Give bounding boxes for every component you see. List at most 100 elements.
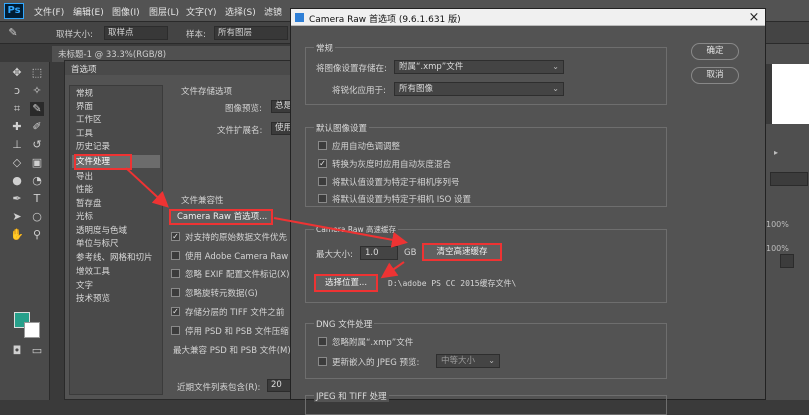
document-canvas[interactable] [766,64,809,124]
file-ext-label: 文件扩展名: [217,126,263,136]
path-select-icon[interactable]: ➤ [10,210,24,224]
close-icon[interactable]: × [743,9,765,26]
sample-size-select[interactable]: 取样点 [104,26,168,40]
general-group-title: 常规 [314,42,336,54]
max-size-label: 最大大小: [316,250,353,260]
nav-item-guides[interactable]: 参考线、网格和切片 [76,252,153,264]
nav-item-scratch-disks[interactable]: 暂存盘 [76,198,102,210]
nav-item-performance[interactable]: 性能 [76,184,93,196]
history-brush-icon[interactable]: ↺ [30,138,44,152]
brush-tool-icon[interactable]: ✐ [30,120,44,134]
max-compat-label: 最大兼容 PSD 和 PSB 文件(M): [173,346,294,356]
select-location-button[interactable]: 选择位置... [314,274,378,292]
camera-raw-titlebar: Camera Raw 首选项 (9.6.1.631 版) × [291,9,765,26]
checkbox-ignore-exif[interactable] [171,269,180,278]
zoom-tool-icon[interactable]: ⚲ [30,228,44,242]
save-settings-value: 附属“.xmp”文件 [399,62,464,72]
healing-tool-icon[interactable]: ✚ [10,120,24,134]
menu-select[interactable]: 选择(S) [225,5,256,18]
quick-select-icon[interactable]: ✧ [30,84,44,98]
checkbox-layered-tiff[interactable]: ✓ [171,307,180,316]
cache-path: D:\adobe PS CC 2015缓存文件\ [388,279,517,288]
menu-filter[interactable]: 滤镜 [264,5,282,18]
camera-raw-app-icon [295,13,304,22]
crop-tool-icon[interactable]: ⌗ [10,102,24,116]
eyedropper-icon[interactable]: ✎ [6,26,20,40]
menu-image[interactable]: 图像(I) [112,5,140,18]
dodge-tool-icon[interactable]: ◔ [30,174,44,188]
save-settings-select[interactable]: 附属“.xmp”文件 ⌄ [394,60,564,74]
sample-select[interactable]: 所有图层 [214,26,288,40]
hand-tool-icon[interactable]: ✋ [10,228,24,242]
checkbox-update-jpeg[interactable] [318,357,327,366]
checkbox-use-acr[interactable] [171,251,180,260]
checkbox-prefer-raw[interactable]: ✓ [171,232,180,241]
quick-mask-icon[interactable]: ◘ [10,344,24,358]
panel-arrow-icon[interactable]: ▸ [774,148,778,157]
nav-item-workspace[interactable]: 工作区 [76,114,102,126]
checkbox-ignore-rotation[interactable] [171,288,180,297]
move-tool-icon[interactable]: ✥ [10,66,24,80]
nav-item-export[interactable]: 导出 [76,171,93,183]
checkbox-auto-tone[interactable] [318,141,327,150]
checkbox-label: 对支持的原始数据文件优先 [185,233,288,243]
tools-panel: ✥ ⬚ ↄ ✧ ⌗ ✎ ✚ ✐ ⊥ ↺ ◇ ▣ ● ◔ ✒ T ➤ ○ ✋ ⚲ … [0,62,50,400]
chevron-down-icon: ⌄ [552,84,559,93]
checkbox-camera-serial[interactable] [318,177,327,186]
nav-item-transparency[interactable]: 透明度与色域 [76,225,127,237]
panel-field[interactable] [770,172,808,186]
nav-item-interface[interactable]: 界面 [76,101,93,113]
eraser-tool-icon[interactable]: ◇ [10,156,24,170]
cancel-button[interactable]: 取消 [691,67,739,84]
marquee-tool-icon[interactable]: ⬚ [30,66,44,80]
checkbox-auto-grayscale[interactable]: ✓ [318,159,327,168]
checkbox-disable-compression[interactable] [171,326,180,335]
image-preview-label: 图像预览: [225,104,262,114]
nav-item-cursors[interactable]: 光标 [76,211,93,223]
recent-files-input[interactable]: 20 [267,379,291,392]
jpeg-preview-select[interactable]: 中等大小 ⌄ [436,354,500,368]
max-size-unit: GB [404,248,417,258]
max-size-input[interactable]: 1.0 [360,246,398,260]
menu-file[interactable]: 文件(F) [34,5,64,18]
background-color-swatch[interactable] [24,322,40,338]
menu-type[interactable]: 文字(Y) [186,5,217,18]
menu-edit[interactable]: 编辑(E) [73,5,104,18]
preferences-nav: 常规 界面 工作区 工具 历史记录 文件处理 导出 性能 暂存盘 光标 透明度与… [69,85,163,395]
sharpen-select[interactable]: 所有图像 ⌄ [394,82,564,96]
checkbox-label: 转换为灰度时应用自动灰度混合 [332,160,452,170]
sharpen-label: 将锐化应用于: [332,86,386,96]
camera-raw-prefs-button[interactable]: Camera Raw 首选项... [169,209,273,225]
nav-item-history[interactable]: 历史记录 [76,141,110,153]
gradient-tool-icon[interactable]: ▣ [30,156,44,170]
nav-item-file-handling[interactable]: 文件处理 [76,156,110,168]
nav-item-general[interactable]: 常规 [76,88,93,100]
fill-value[interactable]: 100% [766,244,789,253]
lock-icon[interactable] [780,254,794,268]
type-tool-icon[interactable]: T [30,192,44,206]
screen-mode-icon[interactable]: ▭ [30,344,44,358]
recent-files-label: 近期文件列表包含(R): [177,383,261,393]
lasso-tool-icon[interactable]: ↄ [10,84,24,98]
nav-item-plugins[interactable]: 增效工具 [76,266,110,278]
checkbox-ignore-xmp[interactable] [318,337,327,346]
default-settings-title: 默认图像设置 [314,122,370,134]
stamp-tool-icon[interactable]: ⊥ [10,138,24,152]
ok-button[interactable]: 确定 [691,43,739,60]
default-settings-group: 默认图像设置 应用自动色调调整 ✓ 转换为灰度时应用自动灰度混合 将默认值设置为… [305,122,667,207]
dng-group-title: DNG 文件处理 [314,318,375,330]
ellipse-tool-icon[interactable]: ○ [30,210,44,224]
nav-item-type[interactable]: 文字 [76,280,93,292]
purge-cache-button[interactable]: 清空高速缓存 [422,243,502,261]
nav-item-units[interactable]: 单位与标尺 [76,238,119,250]
opacity-value[interactable]: 100% [766,220,789,229]
nav-item-tools[interactable]: 工具 [76,128,93,140]
checkbox-camera-iso[interactable] [318,194,327,203]
nav-item-tech-preview[interactable]: 技术预览 [76,293,110,305]
chevron-down-icon: ⌄ [552,62,559,71]
blur-tool-icon[interactable]: ● [10,174,24,188]
sharpen-value: 所有图像 [399,84,434,94]
menu-layer[interactable]: 图层(L) [149,5,179,18]
pen-tool-icon[interactable]: ✒ [10,192,24,206]
eyedropper-tool-icon[interactable]: ✎ [30,102,44,116]
